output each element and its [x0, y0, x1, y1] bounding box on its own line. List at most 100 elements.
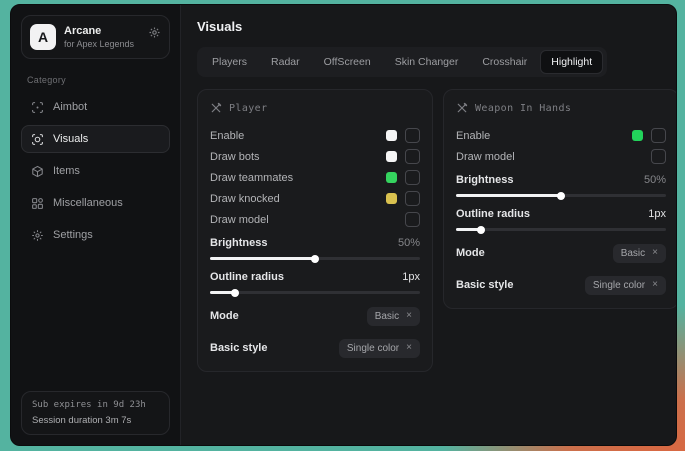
subscription-card: Sub expires in 9d 23h Session duration 3… — [21, 391, 170, 435]
sidebar-nav: Aimbot Visuals — [21, 93, 170, 249]
toggle-label: Draw bots — [210, 151, 260, 163]
chip-value: Single color — [347, 343, 399, 354]
sidebar-item-label: Settings — [53, 229, 93, 241]
panel-title: Player — [229, 103, 268, 114]
toggle-row-draw-bots: Draw bots — [210, 146, 420, 167]
mode-chip[interactable]: Basic × — [613, 244, 666, 263]
toggle-label: Enable — [210, 130, 244, 142]
grid-icon — [31, 197, 44, 210]
panel-title: Weapon In Hands — [475, 103, 571, 114]
checkbox[interactable] — [405, 149, 420, 164]
slider-value: 1px — [402, 271, 420, 283]
tab-radar[interactable]: Radar — [260, 50, 311, 74]
toggle-label: Draw model — [456, 151, 515, 163]
slider-thumb[interactable] — [311, 255, 319, 263]
color-swatch[interactable] — [632, 130, 643, 141]
checkbox[interactable] — [651, 128, 666, 143]
tab-crosshair[interactable]: Crosshair — [471, 50, 538, 74]
app-window: A Arcane for Apex Legends Category — [10, 4, 677, 446]
brightness-slider-block: Brightness 50% — [210, 237, 420, 260]
tab-bar: Players Radar OffScreen Skin Changer Cro… — [197, 47, 607, 77]
brightness-slider[interactable] — [456, 194, 666, 197]
mode-select-row: Mode Basic × — [456, 242, 666, 264]
basic-style-select-row: Basic style Single color × — [210, 337, 420, 359]
slider-label: Outline radius — [456, 208, 530, 220]
chip-value: Basic — [375, 311, 399, 322]
tools-icon — [210, 102, 222, 114]
basic-style-select-row: Basic style Single color × — [456, 274, 666, 296]
slider-label: Brightness — [210, 237, 267, 249]
sidebar: A Arcane for Apex Legends Category — [11, 5, 181, 445]
color-swatch[interactable] — [386, 130, 397, 141]
gear-icon[interactable] — [148, 26, 161, 39]
cube-icon — [31, 165, 44, 178]
slider-thumb[interactable] — [557, 192, 565, 200]
toggle-row-draw-teammates: Draw teammates — [210, 167, 420, 188]
main-content: Visuals Players Radar OffScreen Skin Cha… — [181, 5, 676, 445]
checkbox[interactable] — [651, 149, 666, 164]
toggle-label: Draw teammates — [210, 172, 293, 184]
outline-radius-slider-block: Outline radius 1px — [456, 208, 666, 231]
checkbox[interactable] — [405, 128, 420, 143]
category-label: Category — [27, 75, 164, 85]
outline-radius-slider[interactable] — [210, 291, 420, 294]
mode-select-row: Mode Basic × — [210, 305, 420, 327]
mode-chip[interactable]: Basic × — [367, 307, 420, 326]
select-label: Mode — [210, 310, 239, 322]
sidebar-item-label: Items — [53, 165, 80, 177]
checkbox[interactable] — [405, 170, 420, 185]
outline-radius-slider[interactable] — [456, 228, 666, 231]
chip-value: Single color — [593, 280, 645, 291]
session-duration-text: Session duration 3m 7s — [32, 415, 159, 426]
slider-label: Brightness — [456, 174, 513, 186]
sidebar-item-aimbot[interactable]: Aimbot — [21, 93, 170, 121]
close-icon[interactable]: × — [652, 280, 658, 290]
toggle-label: Draw model — [210, 214, 269, 226]
app-meta: Arcane for Apex Legends — [64, 25, 140, 49]
checkbox[interactable] — [405, 191, 420, 206]
checkbox[interactable] — [405, 212, 420, 227]
panel-header: Player — [210, 102, 420, 114]
select-label: Mode — [456, 247, 485, 259]
chip-value: Basic — [621, 248, 645, 259]
brightness-slider[interactable] — [210, 257, 420, 260]
sidebar-item-miscellaneous[interactable]: Miscellaneous — [21, 189, 170, 217]
toggle-row-draw-model: Draw model — [456, 146, 666, 167]
slider-value: 50% — [398, 237, 420, 249]
close-icon[interactable]: × — [652, 248, 658, 258]
basic-style-chip[interactable]: Single color × — [339, 339, 420, 358]
brightness-slider-block: Brightness 50% — [456, 174, 666, 197]
toggle-row-draw-knocked: Draw knocked — [210, 188, 420, 209]
basic-style-chip[interactable]: Single color × — [585, 276, 666, 295]
color-swatch[interactable] — [386, 172, 397, 183]
app-name: Arcane — [64, 25, 140, 37]
sidebar-item-visuals[interactable]: Visuals — [21, 125, 170, 153]
tab-players[interactable]: Players — [201, 50, 258, 74]
toggle-label: Draw knocked — [210, 193, 280, 205]
slider-label: Outline radius — [210, 271, 284, 283]
color-swatch[interactable] — [386, 193, 397, 204]
select-label: Basic style — [210, 342, 267, 354]
close-icon[interactable]: × — [406, 343, 412, 353]
sidebar-item-label: Miscellaneous — [53, 197, 123, 209]
app-header-card: A Arcane for Apex Legends — [21, 15, 170, 59]
panel-header: Weapon In Hands — [456, 102, 666, 114]
player-panel: Player Enable Draw bots — [197, 89, 433, 372]
close-icon[interactable]: × — [406, 311, 412, 321]
page-title: Visuals — [197, 19, 660, 34]
crosshair-icon — [31, 101, 44, 114]
sidebar-item-label: Visuals — [53, 133, 88, 145]
color-swatch[interactable] — [386, 151, 397, 162]
toggle-label: Enable — [456, 130, 490, 142]
slider-fill — [456, 194, 561, 197]
sidebar-item-label: Aimbot — [53, 101, 87, 113]
sidebar-item-settings[interactable]: Settings — [21, 221, 170, 249]
tab-offscreen[interactable]: OffScreen — [313, 50, 382, 74]
sidebar-item-items[interactable]: Items — [21, 157, 170, 185]
slider-thumb[interactable] — [477, 226, 485, 234]
slider-thumb[interactable] — [231, 289, 239, 297]
tab-skin-changer[interactable]: Skin Changer — [384, 50, 470, 74]
tab-highlight[interactable]: Highlight — [540, 50, 603, 74]
toggle-row-enable: Enable — [210, 125, 420, 146]
toggle-row-enable: Enable — [456, 125, 666, 146]
